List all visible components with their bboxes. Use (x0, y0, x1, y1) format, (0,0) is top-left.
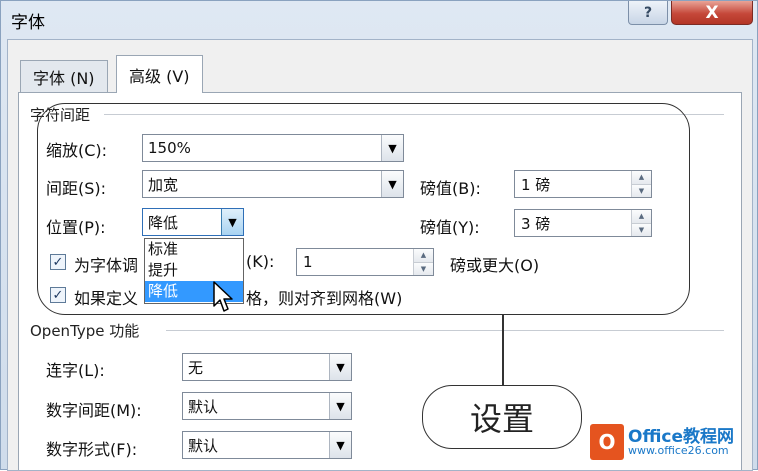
number-spacing-value: 默认 (188, 397, 219, 416)
kerning-label: 为字体调 (74, 256, 139, 275)
check-icon: ✓ (52, 254, 64, 270)
snap-grid-checkbox[interactable]: ✓ (50, 287, 66, 303)
position-combo[interactable]: 降低 ▼ (142, 208, 244, 236)
dropdown-option-raised[interactable]: 提升 (145, 260, 243, 281)
chevron-down-icon[interactable]: ▼ (381, 171, 403, 197)
spin-up-icon[interactable]: ▲ (632, 210, 651, 223)
tab-font-label: 字体 (N) (33, 68, 95, 88)
office-logo-icon: O (590, 424, 624, 460)
kerning-after-label: 磅或更大(O) (450, 256, 540, 275)
tab-advanced-label: 高级 (V) (129, 66, 190, 86)
chevron-down-icon[interactable]: ▼ (221, 209, 243, 235)
kerning-value: 1 (303, 253, 313, 271)
section-divider (166, 330, 724, 331)
chevron-down-icon[interactable]: ▼ (329, 432, 351, 458)
section-character-spacing-title: 字符间距 (30, 104, 97, 125)
spacing-label: 间距(S): (46, 179, 107, 198)
position-by-label: 磅值(Y): (420, 218, 480, 237)
tab-advanced[interactable]: 高级 (V) (116, 55, 203, 93)
scale-combo[interactable]: 150% ▼ (142, 134, 404, 162)
help-icon: ? (643, 4, 653, 21)
section-divider (104, 114, 724, 115)
dialog-title: 字体 (11, 13, 45, 33)
number-spacing-combo[interactable]: 默认 ▼ (182, 392, 352, 420)
spacing-by-value: 1 磅 (521, 175, 551, 194)
kerning-label-suffix: (K): (246, 252, 275, 271)
spin-down-icon[interactable]: ▼ (632, 222, 651, 236)
check-icon: ✓ (52, 287, 64, 303)
ligatures-combo[interactable]: 无 ▼ (182, 353, 352, 381)
number-spacing-label: 数字间距(M): (46, 401, 142, 420)
spin-down-icon[interactable]: ▼ (632, 183, 651, 197)
callout-connector (502, 315, 504, 385)
position-value: 降低 (148, 213, 179, 232)
mouse-pointer-icon (213, 281, 233, 312)
spacing-by-spinner[interactable]: 1 磅 ▲ ▼ (514, 170, 652, 198)
callout-text: 设置 (469, 400, 534, 438)
chevron-down-icon[interactable]: ▼ (381, 135, 403, 161)
spin-up-icon[interactable]: ▲ (414, 249, 433, 262)
spacing-by-label: 磅值(B): (420, 179, 481, 198)
kerning-checkbox[interactable]: ✓ (50, 254, 66, 270)
spacing-value: 加宽 (148, 175, 179, 194)
number-forms-label: 数字形式(F): (46, 440, 138, 459)
logo-letter: O (598, 430, 616, 454)
scale-value: 150% (148, 139, 191, 157)
callout-label: 设置 (422, 385, 582, 449)
close-icon: X (705, 2, 719, 23)
position-by-spinner[interactable]: 3 磅 ▲ ▼ (514, 209, 652, 237)
snap-grid-label: 如果定义 (74, 289, 139, 308)
ligatures-label: 连字(L): (46, 361, 105, 380)
dropdown-option-standard[interactable]: 标准 (145, 239, 243, 260)
help-button[interactable]: ? (628, 1, 668, 25)
scale-label: 缩放(C): (46, 141, 108, 160)
spin-down-icon[interactable]: ▼ (414, 261, 433, 275)
chevron-down-icon[interactable]: ▼ (329, 393, 351, 419)
number-forms-value: 默认 (188, 436, 219, 455)
position-by-value: 3 磅 (521, 214, 551, 233)
close-button[interactable]: X (671, 1, 753, 25)
spin-up-icon[interactable]: ▲ (632, 171, 651, 184)
number-forms-combo[interactable]: 默认 ▼ (182, 431, 352, 459)
position-label: 位置(P): (46, 218, 106, 237)
snap-grid-label-suffix: 格，则对齐到网格(W) (246, 289, 403, 308)
ligatures-value: 无 (188, 358, 204, 377)
kerning-spinner[interactable]: 1 ▲ ▼ (296, 248, 434, 276)
chevron-down-icon[interactable]: ▼ (329, 354, 351, 380)
titlebar: 字体 ? X (1, 1, 758, 39)
spacing-combo[interactable]: 加宽 ▼ (142, 170, 404, 198)
watermark-logo: O Office教程网 www.office26.com (590, 420, 755, 466)
tab-font[interactable]: 字体 (N) (20, 60, 108, 92)
watermark-url: www.office26.com (628, 444, 729, 457)
section-opentype-title: OpenType 功能 (30, 320, 146, 341)
